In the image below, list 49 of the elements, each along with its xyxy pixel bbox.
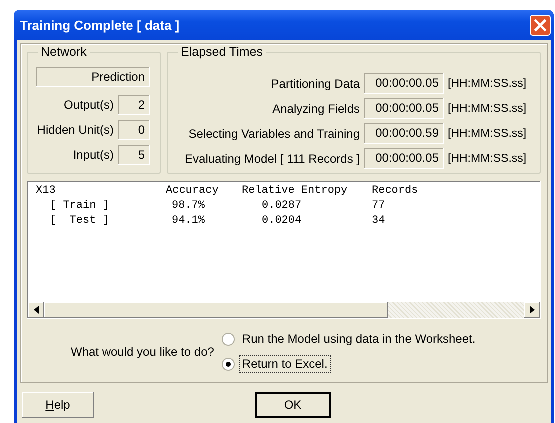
result-cell-text: [ Test ] [49,215,110,229]
window-title: Training Complete [ data ] [20,18,180,32]
column-header: Relative Entropy [242,185,349,199]
count-field: 2 [118,95,150,115]
field-label: Hidden Unit(s) [37,123,114,137]
time-unit: [HH:MM:SS.ss] [448,78,528,90]
time-unit: [HH:MM:SS.ss] [448,152,528,164]
time-field: 00:00:00.05 [364,98,444,119]
close-icon [534,18,547,32]
time-field: 00:00:00.05 [364,73,444,94]
close-button[interactable] [530,14,551,36]
count-field: 5 [118,145,150,165]
option-label[interactable]: Return to Excel. [239,355,331,373]
horizontal-scrollbar[interactable] [28,302,540,318]
result-cell-text: 34 [372,215,386,229]
result-cell-text: 77 [372,200,386,214]
left-arrow-icon [34,306,38,314]
result-cell-text: 98.7% [171,200,206,214]
right-arrow-icon [530,306,534,314]
network-type-field: Prediction [36,67,150,87]
result-cell-text: 0.0204 [261,215,303,229]
column-header: Accuracy [166,185,220,199]
step-label: Partitioning Data [271,76,360,90]
ok-button[interactable]: OK [255,392,331,418]
field-label: Output(s) [64,98,114,112]
result-cell-text: [ Train ] [49,200,110,214]
field-label: Input(s) [73,148,114,162]
column-header: Records [372,185,418,199]
radio-button[interactable] [222,358,236,370]
option-label[interactable]: Run the Model using data in the Worksheet. [239,330,479,348]
time-unit: [HH:MM:SS.ss] [448,102,528,114]
time-field: 00:00:00.05 [364,148,444,169]
step-label: Evaluating Model [ 111 Records ] [185,152,360,166]
result-cell-text: 0.0287 [261,200,303,214]
group-title: Network [38,45,90,59]
group-title: Elapsed Times [178,45,266,59]
time-field: 00:00:00.59 [364,123,444,144]
scroll-thumb[interactable] [44,302,388,318]
question-label: What would you like to do? [71,344,214,358]
count-field: 0 [118,120,150,140]
radio-button[interactable] [222,332,236,346]
step-label: Analyzing Fields [272,102,360,116]
time-unit: [HH:MM:SS.ss] [448,128,528,140]
column-header: X13 [36,185,57,199]
scroll-left-button[interactable] [28,302,44,318]
scroll-right-button[interactable] [524,302,540,318]
result-cell-text: 94.1% [171,215,206,229]
help-button[interactable]: Help [22,392,94,418]
step-label: Selecting Variables and Training [188,126,360,140]
